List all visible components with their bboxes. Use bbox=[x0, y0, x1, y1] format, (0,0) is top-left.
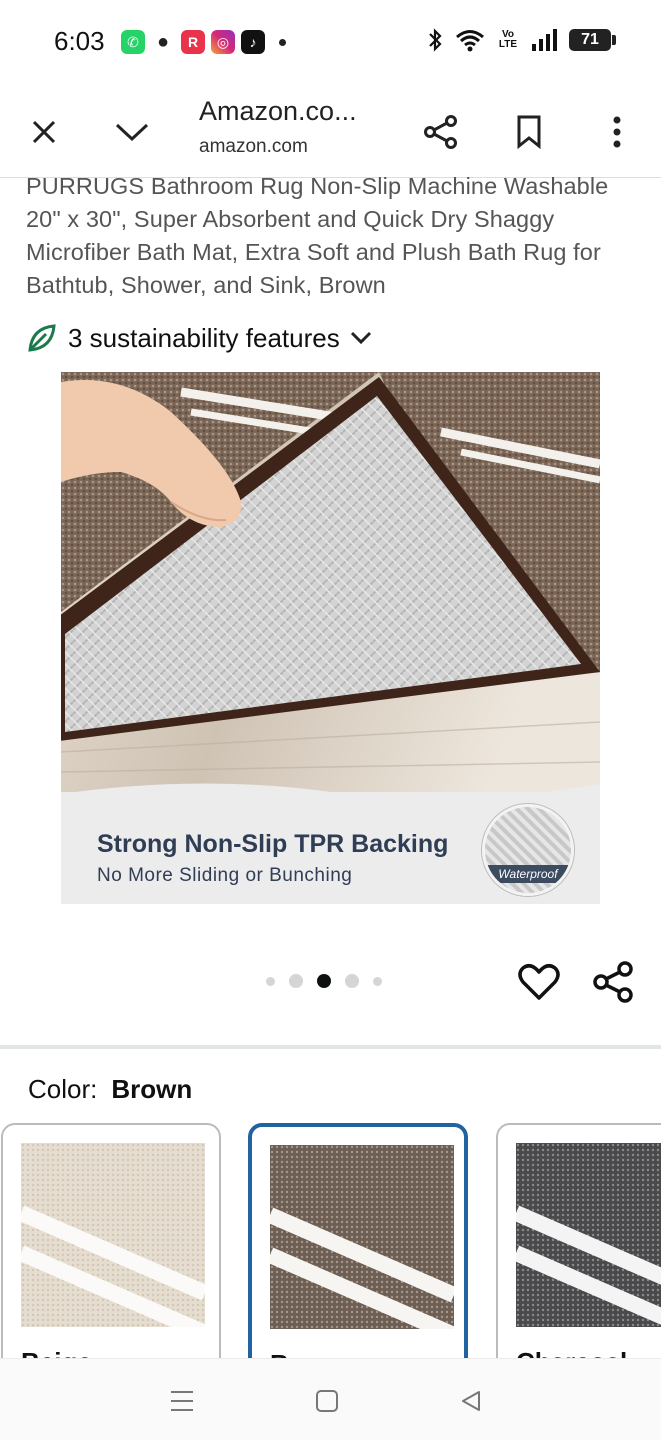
image-caption-banner: Strong Non-Slip TPR Backing No More Slid… bbox=[61, 783, 600, 904]
swatch-image bbox=[516, 1143, 661, 1327]
close-tab-button[interactable] bbox=[16, 104, 72, 160]
system-icons: Vo LTE 71 bbox=[427, 28, 616, 52]
color-selection-label: Color: Brown bbox=[28, 1074, 192, 1105]
battery-icon: 71 bbox=[569, 29, 616, 51]
bookmark-icon bbox=[517, 115, 541, 149]
status-bar: 6:03 ✆ ● R ◎ ♪ Vo LTE 71 bbox=[0, 0, 661, 86]
back-triangle-icon bbox=[462, 1391, 480, 1411]
section-divider bbox=[0, 1045, 661, 1049]
wishlist-button[interactable] bbox=[517, 960, 561, 1004]
chat-bubble-icon: ● bbox=[151, 30, 175, 54]
recent-apps-button[interactable] bbox=[164, 1383, 200, 1419]
product-image[interactable]: Strong Non-Slip TPR Backing No More Slid… bbox=[61, 372, 600, 904]
selected-color: Brown bbox=[111, 1074, 193, 1104]
wave-divider bbox=[61, 783, 600, 804]
notification-icons: ✆ ● R ◎ ♪ bbox=[121, 30, 286, 54]
back-button[interactable] bbox=[453, 1383, 489, 1419]
share-product-button[interactable] bbox=[592, 960, 636, 1004]
share-page-button[interactable] bbox=[413, 104, 469, 160]
sustainability-label: 3 sustainability features bbox=[68, 322, 340, 353]
share-icon bbox=[593, 961, 633, 1003]
app-r-icon: R bbox=[181, 30, 205, 54]
swatch-image bbox=[270, 1145, 454, 1329]
leaf-icon bbox=[28, 324, 56, 352]
more-options-button[interactable] bbox=[589, 104, 645, 160]
share-icon bbox=[424, 115, 457, 149]
carousel-dot[interactable] bbox=[317, 974, 331, 988]
waterproof-badge: Waterproof bbox=[482, 804, 574, 896]
carousel-dot[interactable] bbox=[266, 976, 275, 986]
color-swatch-brown[interactable]: Brown bbox=[248, 1123, 468, 1383]
page-title[interactable]: Amazon.co... bbox=[199, 96, 357, 127]
wifi-icon bbox=[456, 30, 484, 52]
product-title[interactable]: PURRUGS Bathroom Rug Non-Slip Machine Wa… bbox=[26, 170, 641, 302]
bluetooth-icon bbox=[429, 28, 442, 52]
status-time: 6:03 bbox=[54, 26, 105, 56]
volte-label: Vo LTE bbox=[498, 29, 518, 50]
minimize-button[interactable] bbox=[104, 104, 160, 160]
signal-icon bbox=[532, 29, 557, 51]
caption-subline: No More Sliding or Bunching bbox=[97, 865, 353, 886]
chevron-down-icon bbox=[115, 123, 149, 142]
carousel-indicator[interactable] bbox=[266, 974, 382, 988]
more-notifications-icon bbox=[279, 38, 286, 46]
whatsapp-icon: ✆ bbox=[121, 30, 145, 54]
carousel-dot[interactable] bbox=[373, 976, 382, 986]
color-swatch-charcoal[interactable]: Charcoal bbox=[496, 1123, 661, 1383]
heart-icon bbox=[518, 964, 560, 1000]
square-icon bbox=[316, 1390, 338, 1412]
browser-toolbar: Amazon.co... amazon.com bbox=[0, 86, 661, 178]
carousel-dot[interactable] bbox=[345, 974, 359, 988]
more-vertical-icon bbox=[613, 116, 621, 148]
color-label: Color: bbox=[28, 1074, 98, 1104]
tiktok-icon: ♪ bbox=[241, 30, 265, 54]
sustainability-features-toggle[interactable]: 3 sustainability features bbox=[26, 322, 372, 354]
close-icon bbox=[32, 120, 56, 144]
color-swatch-beige[interactable]: Beige bbox=[1, 1123, 221, 1383]
home-button[interactable] bbox=[309, 1383, 345, 1419]
page-domain[interactable]: amazon.com bbox=[199, 136, 308, 158]
instagram-icon: ◎ bbox=[211, 30, 235, 54]
system-navigation-bar bbox=[0, 1358, 661, 1440]
badge-text: Waterproof bbox=[485, 865, 571, 883]
chevron-down-icon bbox=[350, 331, 371, 345]
caption-headline: Strong Non-Slip TPR Backing bbox=[97, 830, 449, 858]
rug-backing-illustration bbox=[61, 372, 600, 792]
bookmark-button[interactable] bbox=[501, 104, 557, 160]
carousel-dot[interactable] bbox=[289, 974, 303, 988]
menu-lines-icon bbox=[171, 1391, 193, 1411]
swatch-image bbox=[21, 1143, 205, 1327]
